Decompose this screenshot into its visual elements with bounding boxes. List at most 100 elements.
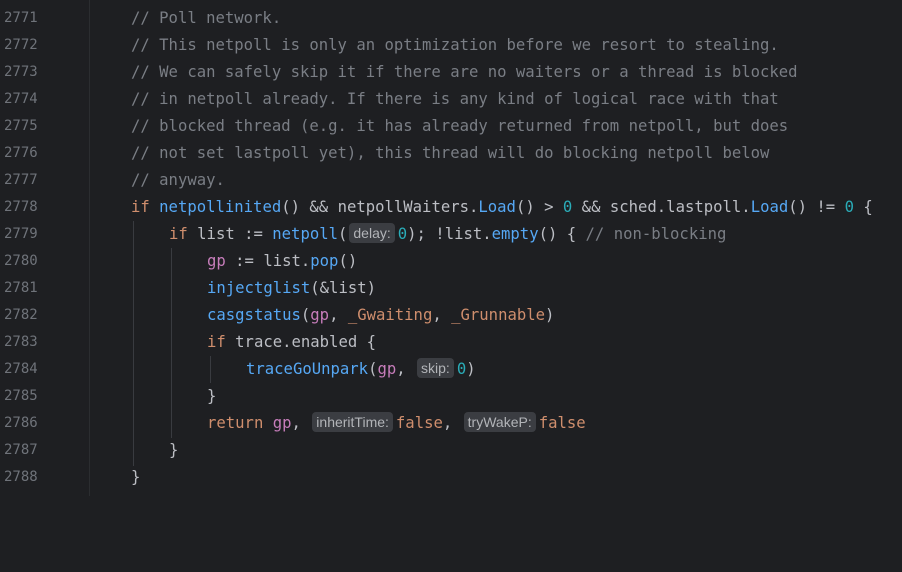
- bool-literal: false: [538, 414, 586, 432]
- parameter-gp[interactable]: gp: [207, 252, 226, 270]
- code-token: && sched.lastpoll.: [572, 198, 751, 216]
- code-line[interactable]: 2780 gp := list.pop(): [0, 248, 902, 275]
- code-text: casgstatus(gp, _Gwaiting, _Grunnable): [207, 302, 554, 329]
- comment: // This netpoll is only an optimization …: [131, 36, 779, 54]
- code-token: ,: [442, 414, 462, 432]
- code-token: (: [300, 306, 311, 324]
- code-token: ); !list.: [407, 225, 492, 243]
- line-number: 2781: [4, 280, 38, 296]
- line-number: 2786: [4, 415, 38, 431]
- function-call[interactable]: netpollinited: [159, 198, 281, 216]
- line-number: 2783: [4, 334, 38, 350]
- closing-brace: }: [207, 387, 217, 405]
- code-token: () >: [515, 198, 563, 216]
- code-token: (: [338, 225, 348, 243]
- code-line[interactable]: 2783 if trace.enabled {: [0, 329, 902, 356]
- inlay-hint-inherit-time: inheritTime:: [312, 412, 393, 432]
- code-line[interactable]: 2787 }: [0, 437, 902, 464]
- comment: // non-blocking: [585, 225, 727, 243]
- keyword-if: if: [169, 225, 188, 243]
- code-line[interactable]: 2776 // not set lastpoll yet), this thre…: [0, 140, 902, 167]
- method-call[interactable]: Load: [478, 198, 516, 216]
- code-line[interactable]: 2778 if netpollinited() && netpollWaiter…: [0, 194, 902, 221]
- parameter-gp[interactable]: gp: [310, 306, 329, 324]
- code-token: list :=: [187, 225, 273, 243]
- inlay-hint-delay: delay:: [349, 223, 395, 243]
- comment: // anyway.: [131, 171, 225, 189]
- function-call[interactable]: traceGoUnpark: [246, 360, 368, 378]
- code-line[interactable]: 2773 // We can safely skip it if there a…: [0, 59, 902, 86]
- function-call[interactable]: casgstatus: [207, 306, 301, 324]
- code-line[interactable]: 2771 // Poll network.: [0, 5, 902, 32]
- code-line[interactable]: 2784 traceGoUnpark(gp, skip: 0): [0, 356, 902, 383]
- code-token: {: [853, 198, 873, 216]
- line-number: 2779: [4, 226, 38, 242]
- code-token: () {: [538, 225, 586, 243]
- line-number: 2784: [4, 361, 38, 377]
- code-token: (&list): [310, 279, 376, 297]
- code-text: if list := netpoll(delay: 0); !list.empty…: [169, 221, 726, 248]
- code-token: ): [545, 306, 555, 324]
- parameter-gp[interactable]: gp: [273, 414, 292, 432]
- code-token: (): [338, 252, 358, 270]
- number-literal: 0: [397, 225, 408, 243]
- comment: // We can safely skip it if there are no…: [131, 63, 798, 81]
- constant[interactable]: _Grunnable: [451, 306, 545, 324]
- code-token: ,: [432, 306, 452, 324]
- keyword-if: if: [131, 198, 150, 216]
- line-number: 2774: [4, 91, 38, 107]
- line-number: 2776: [4, 145, 38, 161]
- keyword-if: if: [207, 333, 226, 351]
- code-line[interactable]: 2781 injectglist(&list): [0, 275, 902, 302]
- constant[interactable]: _Gwaiting: [348, 306, 433, 324]
- comment: // not set lastpoll yet), this thread wi…: [131, 144, 770, 162]
- code-line[interactable]: 2774 // in netpoll already. If there is …: [0, 86, 902, 113]
- code-token: ,: [329, 306, 348, 324]
- line-number: 2782: [4, 307, 38, 323]
- closing-brace: }: [169, 441, 179, 459]
- code-text: if netpollinited() && netpollWaiters.Loa…: [131, 194, 873, 221]
- code-line[interactable]: 2777 // anyway.: [0, 167, 902, 194]
- method-call[interactable]: Load: [751, 198, 789, 216]
- code-token: trace.enabled {: [225, 333, 376, 351]
- code-line[interactable]: 2786 return gp, inheritTime: false, tryWa…: [0, 410, 902, 437]
- code-line[interactable]: 2785 }: [0, 383, 902, 410]
- method-call[interactable]: empty: [492, 225, 539, 243]
- code-line[interactable]: 2779 if list := netpoll(delay: 0); !list.…: [0, 221, 902, 248]
- code-token: ,: [396, 360, 416, 378]
- keyword-return: return: [207, 414, 264, 432]
- number-literal: 0: [456, 360, 467, 378]
- line-number: 2772: [4, 37, 38, 53]
- line-number: 2777: [4, 172, 38, 188]
- code-token: () !=: [788, 198, 845, 216]
- code-line[interactable]: 2782 casgstatus(gp, _Gwaiting, _Grunnabl…: [0, 302, 902, 329]
- bool-literal: false: [395, 414, 443, 432]
- code-text: traceGoUnpark(gp, skip: 0): [246, 356, 476, 383]
- number-literal: 0: [562, 198, 573, 216]
- comment: // in netpoll already. If there is any k…: [131, 90, 779, 108]
- line-number: 2775: [4, 118, 38, 134]
- code-editor[interactable]: 2771 // Poll network. 2772 // This netpo…: [0, 0, 902, 496]
- code-text: gp := list.pop(): [207, 248, 357, 275]
- line-number: 2787: [4, 442, 38, 458]
- code-line[interactable]: 2788 }: [0, 464, 902, 491]
- function-call[interactable]: netpoll: [272, 225, 338, 243]
- code-text: injectglist(&list): [207, 275, 376, 302]
- code-line[interactable]: 2775 // blocked thread (e.g. it has alre…: [0, 113, 902, 140]
- method-call[interactable]: pop: [310, 252, 338, 270]
- number-literal: 0: [844, 198, 854, 216]
- line-number: 2780: [4, 253, 38, 269]
- closing-brace: }: [131, 468, 141, 486]
- comment: // Poll network.: [131, 9, 282, 27]
- inlay-hint-skip: skip:: [417, 358, 454, 378]
- code-token: () && netpollWaiters.: [281, 198, 479, 216]
- code-text: if trace.enabled {: [207, 329, 376, 356]
- parameter-gp[interactable]: gp: [377, 360, 396, 378]
- line-number: 2778: [4, 199, 38, 215]
- code-token: ,: [291, 414, 311, 432]
- function-call[interactable]: injectglist: [207, 279, 310, 297]
- code-line[interactable]: 2772 // This netpoll is only an optimiza…: [0, 32, 902, 59]
- line-number: 2788: [4, 469, 38, 485]
- code-token: ): [466, 360, 476, 378]
